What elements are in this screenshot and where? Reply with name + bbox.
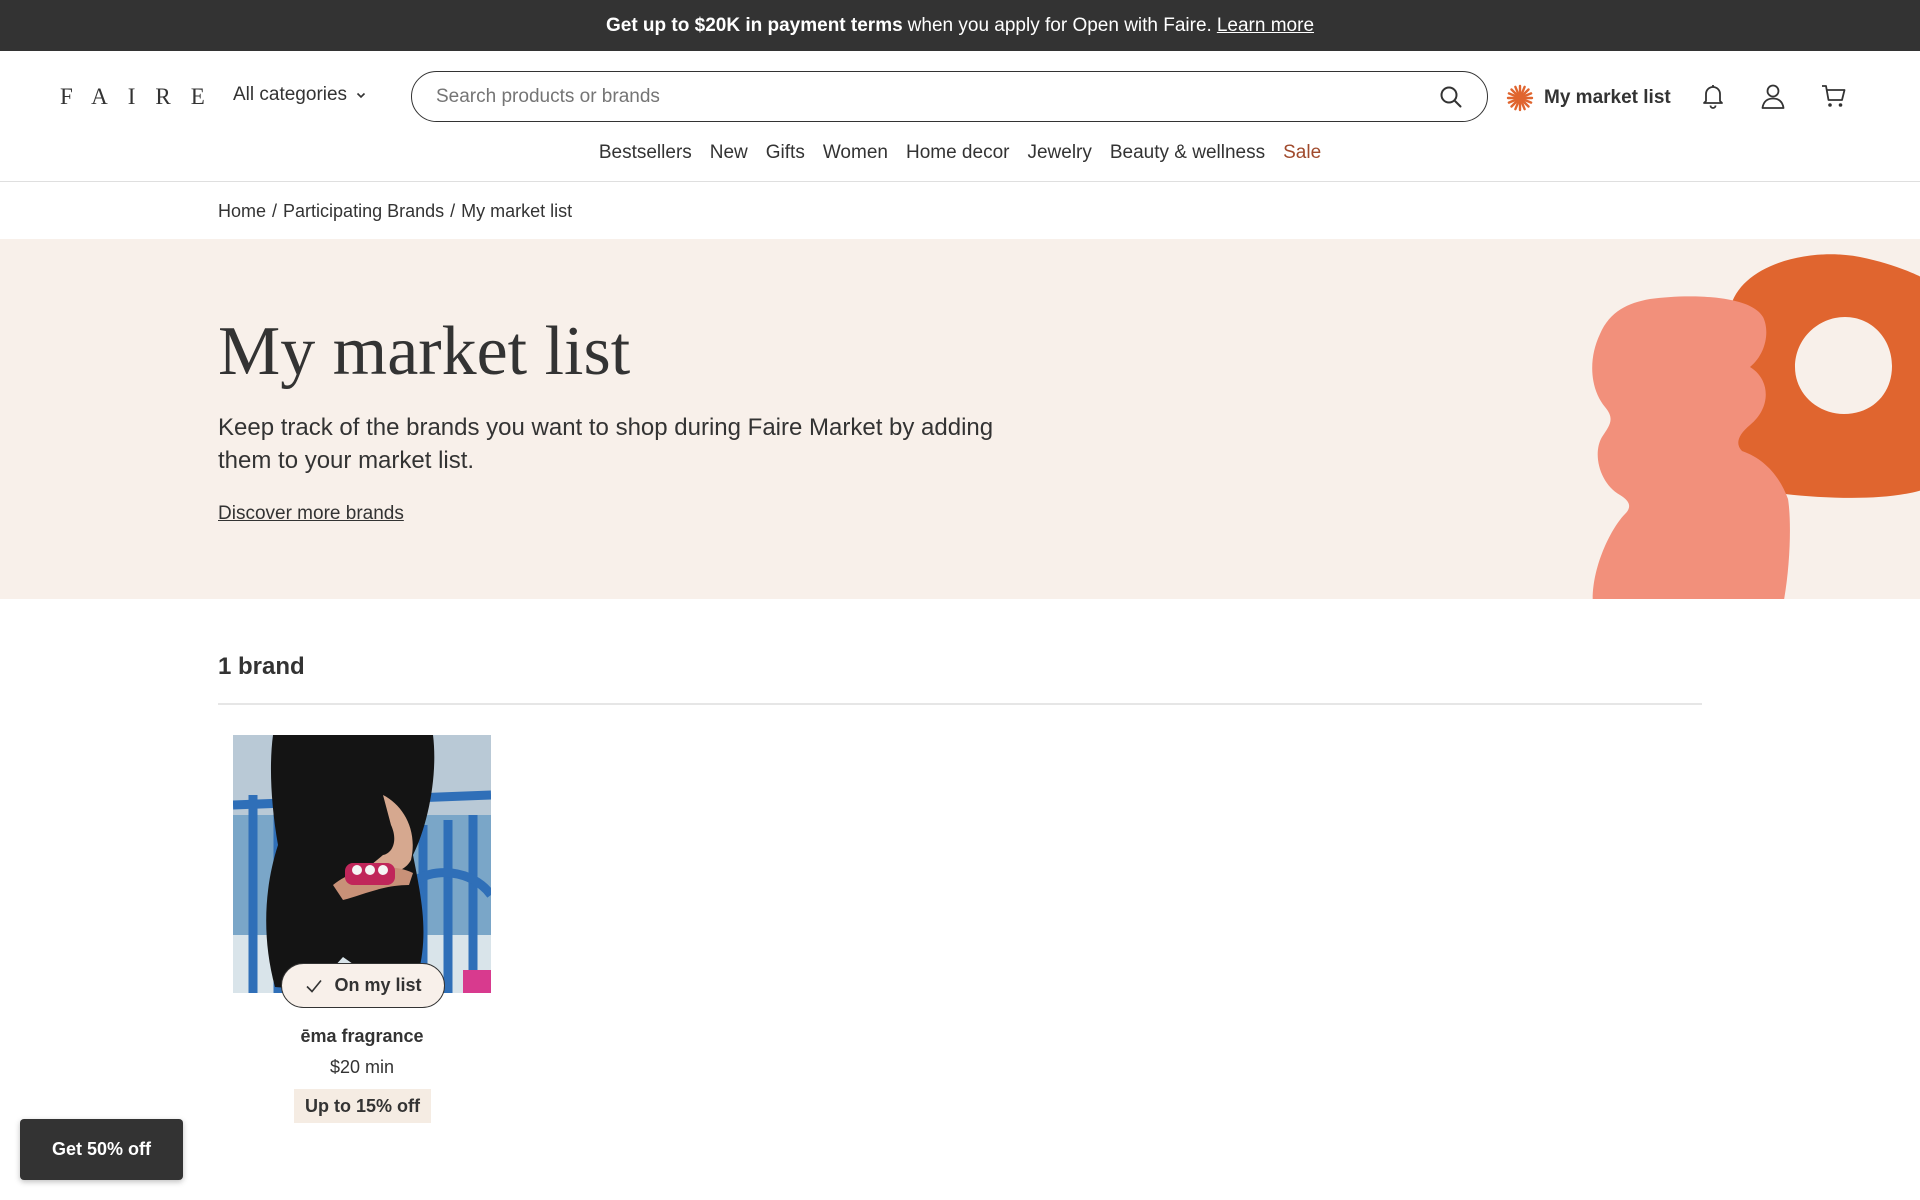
promo-learn-more-link[interactable]: Learn more xyxy=(1217,15,1314,37)
brand-photo xyxy=(233,735,491,993)
user-icon[interactable] xyxy=(1759,82,1787,110)
brand-image[interactable] xyxy=(233,735,491,993)
nav-item-gifts[interactable]: Gifts xyxy=(766,142,805,164)
on-my-list-label: On my list xyxy=(334,975,422,995)
my-market-list-label: My market list xyxy=(1544,87,1671,108)
chevron-down-icon xyxy=(356,92,366,99)
nav-item-jewelry[interactable]: Jewelry xyxy=(1027,142,1091,164)
search-bar xyxy=(411,71,1488,122)
brand-minimum: $20 min xyxy=(329,1057,395,1077)
cart-icon[interactable] xyxy=(1820,82,1848,110)
check-icon xyxy=(306,979,323,993)
breadcrumb: Home / Participating Brands / My market … xyxy=(218,201,572,222)
nav-item-women[interactable]: Women xyxy=(823,142,888,164)
faire-logo[interactable]: FAIRE xyxy=(60,84,225,110)
all-categories-dropdown[interactable]: All categories xyxy=(233,84,366,106)
header-divider xyxy=(0,181,1920,182)
bell-icon[interactable] xyxy=(1699,82,1727,110)
promo-banner: Get up to $20K in payment terms when you… xyxy=(0,0,1920,51)
breadcrumb-home[interactable]: Home xyxy=(218,201,266,222)
nav-item-new[interactable]: New xyxy=(710,142,748,164)
nav-item-sale[interactable]: Sale xyxy=(1283,142,1321,164)
nav-item-beauty-wellness[interactable]: Beauty & wellness xyxy=(1110,142,1265,164)
on-my-list-button[interactable]: On my list xyxy=(281,963,445,1008)
all-categories-label: All categories xyxy=(233,84,348,105)
my-market-list-button[interactable]: My market list xyxy=(1506,84,1671,112)
breadcrumb-separator: / xyxy=(272,201,278,221)
search-input[interactable] xyxy=(436,85,1439,108)
hero-section: My market list Keep track of the brands … xyxy=(0,239,1920,599)
promo-bold-text: Get up to $20K in payment terms xyxy=(605,14,903,36)
brand-count: 1 brand xyxy=(218,653,305,680)
search-icon[interactable] xyxy=(1439,85,1463,109)
breadcrumb-current: My market list xyxy=(461,201,573,221)
brand-name[interactable]: ēma fragrance xyxy=(233,1026,491,1047)
get-50-off-button[interactable]: Get 50% off xyxy=(20,1119,183,1180)
discount-badge: Up to 15% off xyxy=(294,1089,431,1123)
discover-more-brands-link[interactable]: Discover more brands xyxy=(218,503,404,525)
category-nav: Bestsellers New Gifts Women Home decor J… xyxy=(0,142,1920,164)
sunburst-icon xyxy=(1506,84,1534,112)
nav-item-home-decor[interactable]: Home decor xyxy=(906,142,1010,164)
nav-item-bestsellers[interactable]: Bestsellers xyxy=(599,142,692,164)
decorative-shapes xyxy=(1592,254,1920,599)
brand-card xyxy=(233,735,491,993)
page-title: My market list xyxy=(218,313,631,390)
section-divider xyxy=(218,703,1702,705)
hero-description: Keep track of the brands you want to sho… xyxy=(218,414,994,474)
breadcrumb-separator: / xyxy=(450,201,456,221)
breadcrumb-participating-brands[interactable]: Participating Brands xyxy=(283,201,444,222)
promo-text: when you apply for Open with Faire. xyxy=(907,14,1212,36)
